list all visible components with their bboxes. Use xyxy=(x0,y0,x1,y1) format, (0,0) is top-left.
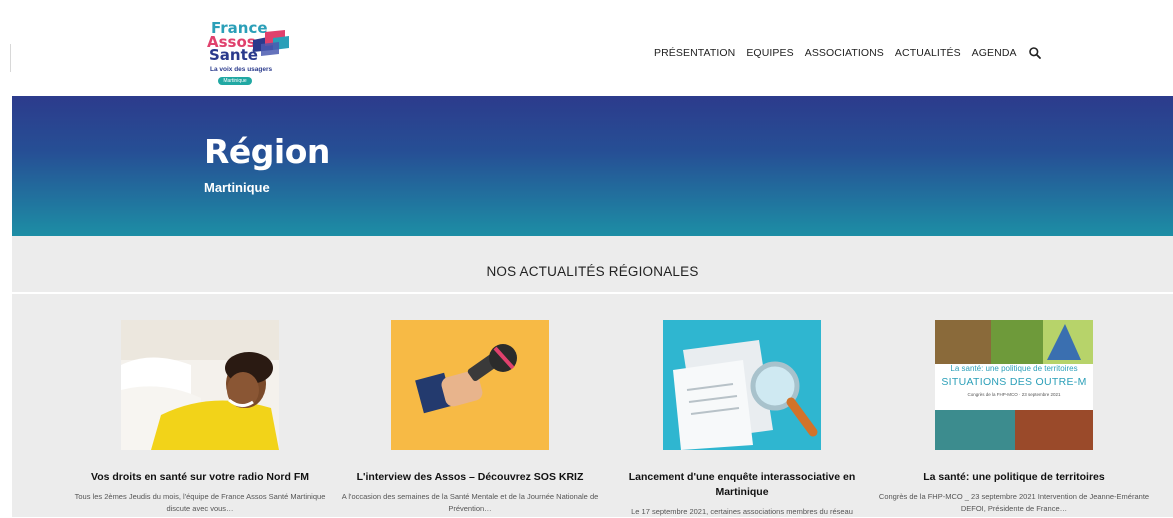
page-title: Région xyxy=(204,132,330,171)
news-card-image[interactable] xyxy=(391,320,549,450)
news-card[interactable]: Vos droits en santé sur votre radio Nord… xyxy=(60,320,340,515)
news-card-image[interactable] xyxy=(663,320,821,450)
nav-equipes[interactable]: EQUIPES xyxy=(746,47,793,59)
section-divider xyxy=(12,292,1173,294)
logo-flags-icon xyxy=(253,30,289,56)
logo-region-badge: Martinique xyxy=(218,77,252,85)
logo-tagline: La voix des usagers xyxy=(210,66,273,73)
news-card-excerpt: Tous les 2èmes Jeudis du mois, l'équipe … xyxy=(74,492,326,513)
section-heading: NOS ACTUALITÉS RÉGIONALES xyxy=(486,264,699,279)
site-header: France Assos Santé La voix des usagers M… xyxy=(12,10,1173,96)
nav-agenda[interactable]: AGENDA xyxy=(972,47,1017,59)
news-card-image[interactable]: La santé: une politique de territoires S… xyxy=(935,320,1093,450)
image-caption-line3: Congrès de la FHP-MCO · 23 septembre 202… xyxy=(967,392,1061,397)
site-logo[interactable]: France Assos Santé La voix des usagers M… xyxy=(205,21,295,93)
image-caption-line1: La santé: une politique de territoires xyxy=(950,364,1078,373)
news-card[interactable]: L'interview des Assos – Découvrez SOS KR… xyxy=(330,320,610,515)
news-card-excerpt: Le 17 septembre 2021, certaines associat… xyxy=(631,507,853,516)
main-nav: PRÉSENTATION EQUIPES ASSOCIATIONS ACTUAL… xyxy=(654,46,1042,60)
left-edge-rule xyxy=(10,44,11,72)
hero-banner: Région Martinique xyxy=(12,96,1173,236)
news-card-title[interactable]: Lancement d'une enquête interassociative… xyxy=(602,470,882,500)
search-icon[interactable] xyxy=(1028,46,1042,60)
news-card-title[interactable]: La santé: une politique de territoires xyxy=(874,470,1154,485)
page-subtitle: Martinique xyxy=(204,180,270,195)
news-section: NOS ACTUALITÉS RÉGIONALES Vos droits en … xyxy=(12,236,1173,517)
news-card-excerpt: A l'occasion des semaines de la Santé Me… xyxy=(341,492,599,513)
nav-presentation[interactable]: PRÉSENTATION xyxy=(654,47,735,59)
news-card-title[interactable]: L'interview des Assos – Découvrez SOS KR… xyxy=(330,470,610,485)
news-card-title[interactable]: Vos droits en santé sur votre radio Nord… xyxy=(60,470,340,485)
image-caption-line2: SITUATIONS DES OUTRE-M xyxy=(941,376,1087,388)
news-card[interactable]: Lancement d'une enquête interassociative… xyxy=(602,320,882,518)
nav-associations[interactable]: ASSOCIATIONS xyxy=(805,47,884,59)
news-card[interactable]: La santé: une politique de territoires S… xyxy=(874,320,1154,515)
news-card-image[interactable] xyxy=(121,320,279,450)
news-card-excerpt: Congrès de la FHP-MCO _ 23 septembre 202… xyxy=(878,492,1150,513)
nav-actualites[interactable]: ACTUALITÉS xyxy=(895,47,961,59)
